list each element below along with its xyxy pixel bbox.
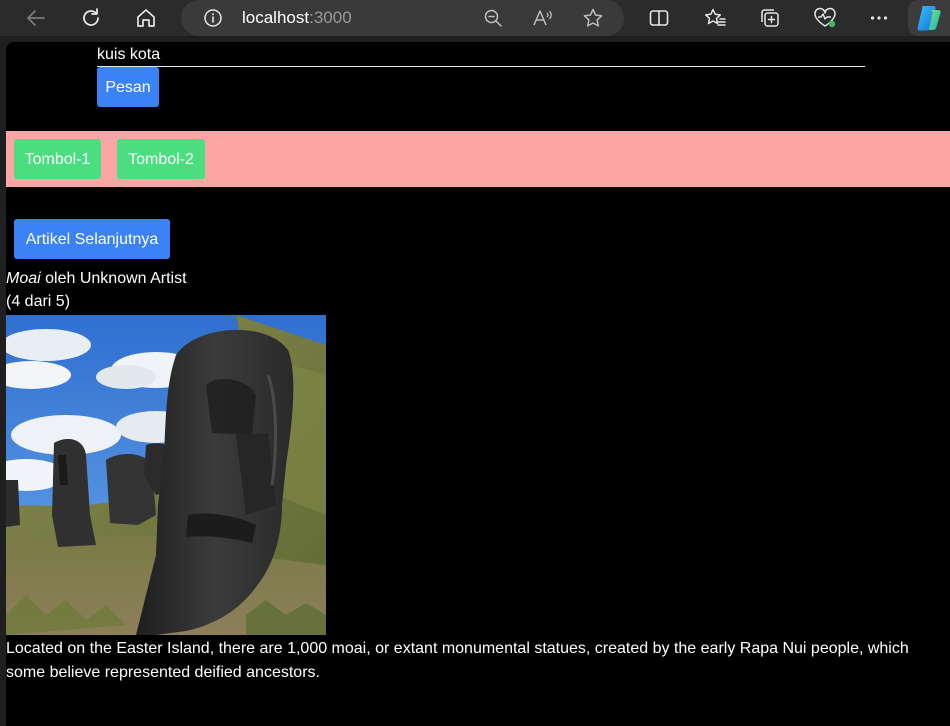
moai-photo — [6, 315, 326, 635]
artwork-position: (4 dari 5) — [6, 293, 71, 310]
tombol-1-button[interactable]: Tombol-1 — [14, 139, 101, 179]
site-info-icon[interactable] — [202, 7, 224, 29]
url-host: localhost — [242, 8, 310, 27]
collections-icon[interactable] — [755, 3, 785, 33]
more-icon[interactable] — [864, 3, 894, 33]
artwork-description: Located on the Easter Island, there are … — [6, 640, 909, 681]
refresh-icon[interactable] — [76, 3, 106, 33]
next-article-button[interactable]: Artikel Selanjutnya — [14, 219, 170, 259]
zoom-out-icon[interactable] — [482, 7, 504, 29]
favorites-icon[interactable] — [700, 3, 730, 33]
url-port: :3000 — [309, 8, 352, 27]
browser-toolbar: localhost:3000 — [0, 0, 950, 36]
address-bar[interactable]: localhost:3000 — [181, 0, 624, 36]
favorite-star-icon[interactable] — [582, 7, 604, 29]
message-button[interactable]: Pesan — [97, 67, 159, 107]
read-aloud-icon[interactable] — [532, 7, 554, 29]
button-toolbar: Tombol-1 Tombol-2 — [6, 131, 950, 187]
artwork-title: Moai — [6, 270, 41, 287]
home-icon[interactable] — [131, 3, 161, 33]
back-icon[interactable] — [21, 3, 51, 33]
page-viewport: kuis kota Pesan Tombol-1 Tombol-2 Artike… — [6, 42, 950, 726]
copilot-icon[interactable] — [908, 0, 950, 36]
artwork-byline: oleh Unknown Artist — [45, 270, 187, 287]
quiz-label: kuis kota — [97, 46, 161, 63]
split-screen-icon[interactable] — [644, 3, 674, 33]
browser-essentials-icon[interactable] — [810, 3, 840, 33]
quiz-divider — [97, 66, 865, 67]
tombol-2-button[interactable]: Tombol-2 — [117, 139, 205, 179]
artwork-heading: Moai oleh Unknown Artist — [6, 269, 187, 289]
url-text[interactable]: localhost:3000 — [242, 8, 352, 28]
